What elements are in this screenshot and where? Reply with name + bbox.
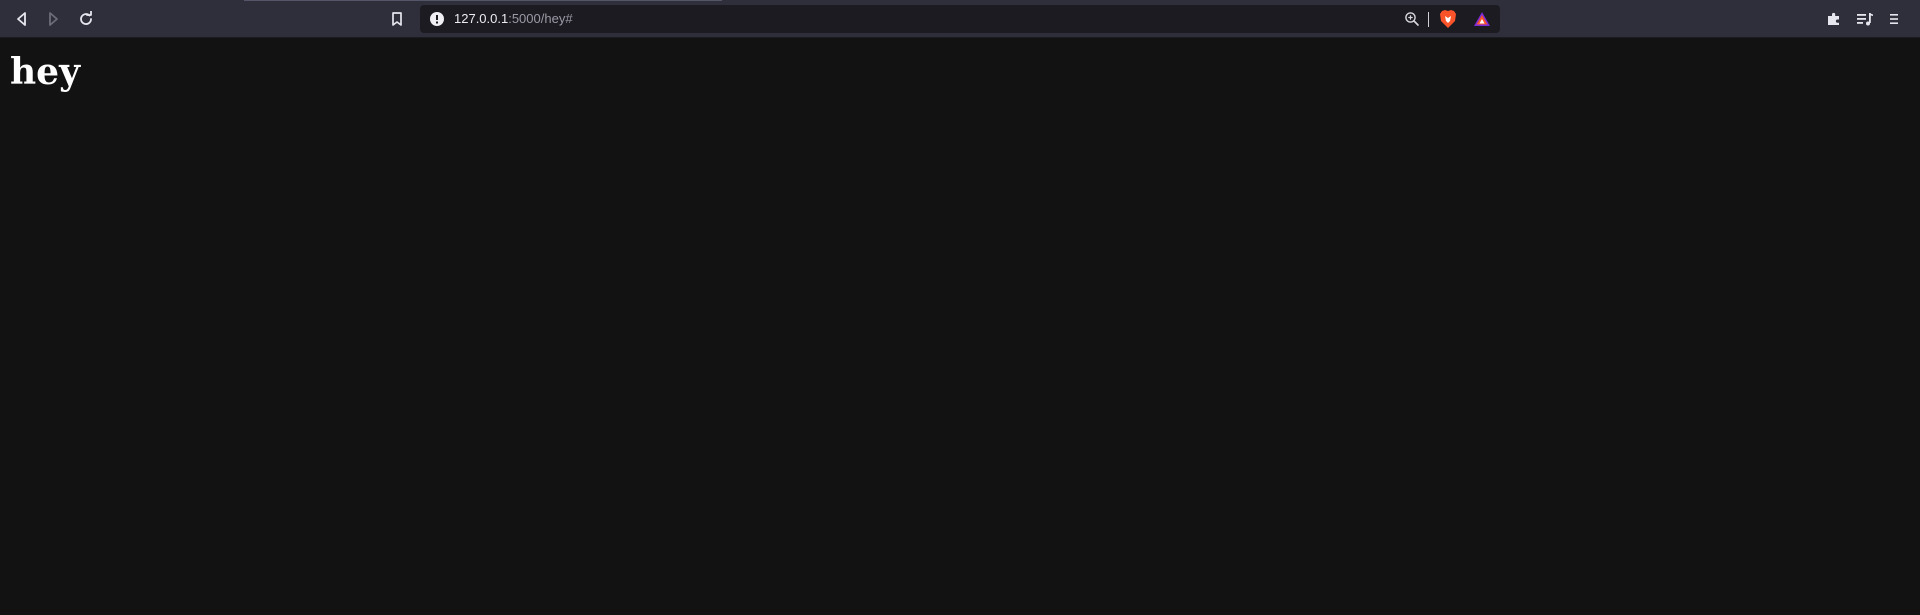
url-text[interactable]: 127.0.0.1:5000/hey# bbox=[454, 5, 573, 33]
zoom-button[interactable] bbox=[1400, 7, 1424, 31]
back-icon bbox=[17, 12, 26, 26]
reload-button[interactable] bbox=[74, 7, 98, 31]
page-content: hey bbox=[0, 38, 1920, 615]
media-playlist-button[interactable] bbox=[1853, 7, 1877, 31]
brave-rewards-button[interactable] bbox=[1470, 7, 1494, 31]
browser-toolbar: 127.0.0.1:5000/hey# bbox=[0, 0, 1920, 38]
menu-icon bbox=[1890, 14, 1898, 24]
tab-strip-line bbox=[244, 0, 722, 1]
back-button[interactable] bbox=[10, 7, 34, 31]
url-path: :5000/hey# bbox=[508, 11, 573, 26]
reload-icon bbox=[80, 11, 92, 25]
brave-shields-button[interactable] bbox=[1436, 7, 1460, 31]
address-bar[interactable]: 127.0.0.1:5000/hey# bbox=[420, 5, 1500, 33]
media-playlist-icon bbox=[1857, 13, 1873, 26]
forward-icon bbox=[49, 12, 58, 26]
address-bar-divider bbox=[1428, 12, 1429, 27]
extensions-icon bbox=[1828, 12, 1839, 25]
extensions-button[interactable] bbox=[1822, 7, 1846, 31]
bookmark-icon bbox=[392, 12, 402, 26]
forward-button[interactable] bbox=[41, 7, 65, 31]
brave-rewards-icon bbox=[1474, 12, 1490, 26]
brave-shields-icon bbox=[1440, 10, 1456, 28]
url-host: 127.0.0.1 bbox=[454, 11, 509, 26]
bookmark-button[interactable] bbox=[385, 7, 409, 31]
menu-button[interactable] bbox=[1882, 7, 1906, 31]
site-info-icon[interactable] bbox=[430, 12, 444, 26]
zoom-icon bbox=[1405, 12, 1419, 26]
page-heading: hey bbox=[10, 51, 80, 93]
